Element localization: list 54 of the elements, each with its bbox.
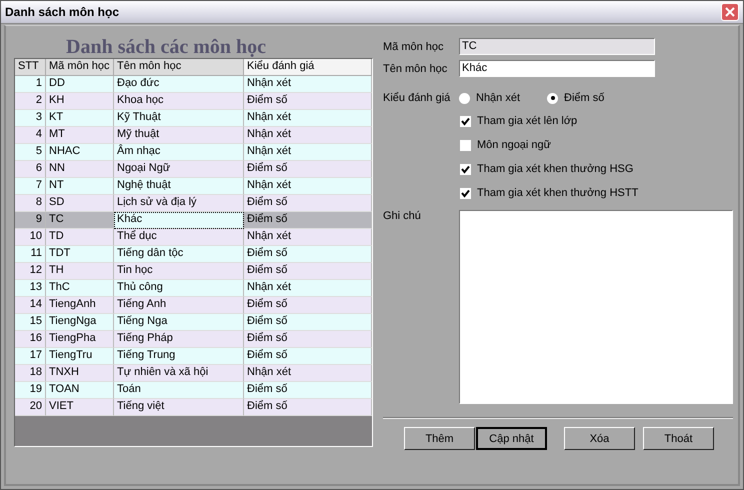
table-row[interactable]: 20 VIET Tiếng việt Điểm số xyxy=(15,399,372,416)
table-row[interactable]: 7 NT Nghệ thuật Nhận xét xyxy=(15,178,372,195)
column-header[interactable]: Kiểu đánh giá xyxy=(244,59,372,76)
close-icon xyxy=(725,7,735,17)
table-row[interactable]: 12 TH Tin học Điểm số xyxy=(15,263,372,280)
column-header[interactable]: STT xyxy=(15,59,46,76)
table-row[interactable]: 13 ThC Thủ công Nhận xét xyxy=(15,280,372,297)
checkbox[interactable]: Môn ngoại ngữ xyxy=(460,136,733,154)
table-row[interactable]: 17 TiengTru Tiếng Trung Điểm số xyxy=(15,348,372,365)
radio-label[interactable]: Điểm số xyxy=(564,92,604,104)
checkbox[interactable]: Tham gia xét lên lớp xyxy=(460,112,733,130)
table-row[interactable]: 9 TC Khác Điểm số xyxy=(15,212,372,229)
radio-button[interactable] xyxy=(459,92,470,104)
action-button[interactable]: Xóa xyxy=(564,427,635,450)
table-row[interactable]: 16 TiengPha Tiếng Pháp Điểm số xyxy=(15,331,372,348)
window-title: Danh sách môn học xyxy=(5,5,120,19)
check-icon xyxy=(461,164,470,174)
close-button[interactable] xyxy=(721,3,739,21)
table-row[interactable]: 18 TNXH Tự nhiên và xã hội Nhận xét xyxy=(15,365,372,382)
table-row[interactable]: 6 NN Ngoại Ngữ Điểm số xyxy=(15,161,372,178)
table-row[interactable]: 3 KT Kỹ Thuật Nhận xét xyxy=(15,110,372,127)
field-label: Ghi chú xyxy=(383,210,422,222)
table-row[interactable]: 10 TD Thể dục Nhận xét xyxy=(15,229,372,246)
action-button[interactable]: Thoát xyxy=(643,427,714,450)
field-label: Mã môn học xyxy=(383,40,445,52)
table-row[interactable]: 11 TDT Tiếng dân tộc Điểm số xyxy=(15,246,372,263)
table-row[interactable]: 5 NHAC Âm nhạc Nhận xét xyxy=(15,144,372,161)
table-cell: Tiếng việt xyxy=(114,399,244,416)
list-heading: Danh sách các môn học xyxy=(65,35,268,56)
notes-field[interactable] xyxy=(459,210,733,404)
field-label: Tên môn học xyxy=(383,62,448,74)
table-row[interactable]: 1 DD Đạo đức Nhận xét xyxy=(15,76,372,93)
action-button[interactable]: Cập nhật xyxy=(476,427,547,450)
table-cell: 20 xyxy=(15,399,46,416)
check-icon xyxy=(461,188,470,198)
checkbox[interactable]: Tham gia xét khen thưởng HSG xyxy=(460,160,733,178)
table-row[interactable]: 14 TiengAnh Tiếng Anh Điểm số xyxy=(15,297,372,314)
field-label: Kiểu đánh giá xyxy=(383,92,452,104)
table-cell: Khác xyxy=(114,212,244,229)
table-row[interactable]: 19 TOAN Toán Điểm số xyxy=(15,382,372,399)
checkbox[interactable]: Tham gia xét khen thưởng HSTT xyxy=(460,184,733,202)
table-cell: VIET xyxy=(46,399,114,416)
table-row[interactable]: 15 TiengNga Tiếng Nga Điểm số xyxy=(15,314,372,331)
table-cell: Điểm số xyxy=(244,399,372,416)
column-header[interactable]: Tên môn học xyxy=(114,59,244,76)
table-row[interactable]: 2 KH Khoa học Điểm số xyxy=(15,93,372,110)
table-row[interactable]: 4 MT Mỹ thuật Nhận xét xyxy=(15,127,372,144)
table-row[interactable]: 8 SD Lịch sử và địa lý Điểm số xyxy=(15,195,372,212)
text-field[interactable]: Khác xyxy=(459,60,655,77)
check-icon xyxy=(461,116,470,126)
radio-button[interactable] xyxy=(547,92,558,104)
column-header[interactable]: Mã môn học xyxy=(46,59,114,76)
radio-label[interactable]: Nhận xét xyxy=(476,92,520,104)
action-button[interactable]: Thêm xyxy=(404,427,475,450)
